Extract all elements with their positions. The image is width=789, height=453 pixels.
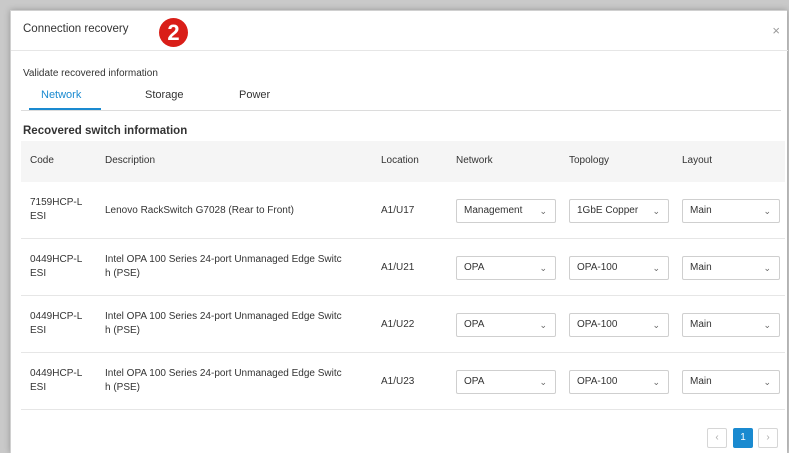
tab-network[interactable]: Network xyxy=(41,89,81,101)
network-value: OPA xyxy=(464,376,485,387)
description-cell: Intel OPA 100 Series 24-port Unmanaged E… xyxy=(105,367,375,395)
topology-select[interactable]: OPA-100 ⌄ xyxy=(569,313,669,337)
layout-select[interactable]: Main ⌄ xyxy=(682,256,780,280)
network-select[interactable]: Management ⌄ xyxy=(456,199,556,223)
topology-select[interactable]: OPA-100 ⌄ xyxy=(569,370,669,394)
table-row: 7159HCP-L ESI Lenovo RackSwitch G7028 (Re… xyxy=(21,182,785,239)
layout-value: Main xyxy=(690,376,712,387)
layout-value: Main xyxy=(690,205,712,216)
chevron-down-icon: ⌄ xyxy=(652,377,660,387)
topology-value: OPA-100 xyxy=(577,376,618,387)
description-cell: Intel OPA 100 Series 24-port Unmanaged E… xyxy=(105,253,375,281)
chevron-down-icon: ⌄ xyxy=(539,320,547,330)
connection-recovery-dialog: Connection recovery 2 × Validate recover… xyxy=(10,10,788,453)
layout-select[interactable]: Main ⌄ xyxy=(682,313,780,337)
location-cell: A1/U23 xyxy=(381,376,415,387)
next-page-button[interactable]: › xyxy=(758,428,778,448)
code-cell: 0449HCP-L ESI xyxy=(30,253,82,281)
header-description: Description xyxy=(105,155,156,166)
code-line-2: ESI xyxy=(30,382,47,393)
chevron-down-icon: ⌄ xyxy=(763,206,771,216)
table-header: Code Description Location Network Topolo… xyxy=(21,141,785,182)
description-cell: Lenovo RackSwitch G7028 (Rear to Front) xyxy=(105,204,375,218)
topology-select[interactable]: OPA-100 ⌄ xyxy=(569,256,669,280)
description-line-1: Intel OPA 100 Series 24-port Unmanaged E… xyxy=(105,311,342,322)
network-select[interactable]: OPA ⌄ xyxy=(456,256,556,280)
dialog-subtitle: Validate recovered information xyxy=(23,68,158,79)
layout-value: Main xyxy=(690,319,712,330)
layout-select[interactable]: Main ⌄ xyxy=(682,370,780,394)
location-cell: A1/U17 xyxy=(381,205,415,216)
chevron-down-icon: ⌄ xyxy=(539,206,547,216)
dialog-header: Connection recovery 2 × xyxy=(11,11,788,51)
chevron-down-icon: ⌄ xyxy=(539,377,547,387)
code-line-2: ESI xyxy=(30,268,47,279)
location-cell: A1/U22 xyxy=(381,319,415,330)
location-cell: A1/U21 xyxy=(381,262,415,273)
tab-bar: Network Storage Power xyxy=(21,85,781,111)
topology-select[interactable]: 1GbE Copper ⌄ xyxy=(569,199,669,223)
chevron-down-icon: ⌄ xyxy=(763,263,771,273)
topology-value: OPA-100 xyxy=(577,319,618,330)
network-value: OPA xyxy=(464,262,485,273)
close-icon[interactable]: × xyxy=(772,24,780,38)
step-number-badge: 2 xyxy=(159,18,188,47)
chevron-down-icon: ⌄ xyxy=(652,263,660,273)
previous-page-button[interactable]: ‹ xyxy=(707,428,727,448)
switch-table: Code Description Location Network Topolo… xyxy=(21,141,785,410)
code-cell: 0449HCP-L ESI xyxy=(30,367,82,395)
code-line-1: 7159HCP-L xyxy=(30,197,83,208)
tab-power[interactable]: Power xyxy=(239,89,270,101)
description-line-1: Intel OPA 100 Series 24-port Unmanaged E… xyxy=(105,368,342,379)
description-line-2: h (PSE) xyxy=(105,325,141,336)
header-network: Network xyxy=(456,155,493,166)
description-line-2: h (PSE) xyxy=(105,382,141,393)
topology-value: 1GbE Copper xyxy=(577,205,639,216)
tab-storage[interactable]: Storage xyxy=(145,89,184,101)
dialog-title: Connection recovery xyxy=(23,23,129,35)
topology-value: OPA-100 xyxy=(577,262,618,273)
header-code: Code xyxy=(30,155,54,166)
code-line-1: 0449HCP-L xyxy=(30,254,83,265)
description-cell: Intel OPA 100 Series 24-port Unmanaged E… xyxy=(105,310,375,338)
chevron-down-icon: ⌄ xyxy=(763,320,771,330)
chevron-down-icon: ⌄ xyxy=(763,377,771,387)
table-row: 0449HCP-L ESI Intel OPA 100 Series 24-por… xyxy=(21,353,785,410)
code-cell: 7159HCP-L ESI xyxy=(30,196,82,224)
layout-select[interactable]: Main ⌄ xyxy=(682,199,780,223)
header-location: Location xyxy=(381,155,419,166)
network-select[interactable]: OPA ⌄ xyxy=(456,313,556,337)
code-line-1: 0449HCP-L xyxy=(30,311,83,322)
description-line-2: h (PSE) xyxy=(105,268,141,279)
description-line-1: Lenovo RackSwitch G7028 (Rear to Front) xyxy=(105,205,294,216)
layout-value: Main xyxy=(690,262,712,273)
code-line-2: ESI xyxy=(30,325,47,336)
header-layout: Layout xyxy=(682,155,713,166)
code-cell: 0449HCP-L ESI xyxy=(30,310,82,338)
table-row: 0449HCP-L ESI Intel OPA 100 Series 24-por… xyxy=(21,239,785,296)
section-title: Recovered switch information xyxy=(23,125,188,137)
chevron-down-icon: ⌄ xyxy=(652,320,660,330)
description-line-1: Intel OPA 100 Series 24-port Unmanaged E… xyxy=(105,254,342,265)
network-value: Management xyxy=(464,205,523,216)
code-line-1: 0449HCP-L xyxy=(30,368,83,379)
network-select[interactable]: OPA ⌄ xyxy=(456,370,556,394)
table-row: 0449HCP-L ESI Intel OPA 100 Series 24-por… xyxy=(21,296,785,353)
network-value: OPA xyxy=(464,319,485,330)
page-1-button[interactable]: 1 xyxy=(733,428,753,448)
active-tab-indicator xyxy=(29,108,101,110)
code-line-2: ESI xyxy=(30,211,47,222)
chevron-down-icon: ⌄ xyxy=(652,206,660,216)
header-topology: Topology xyxy=(569,155,610,166)
chevron-down-icon: ⌄ xyxy=(539,263,547,273)
